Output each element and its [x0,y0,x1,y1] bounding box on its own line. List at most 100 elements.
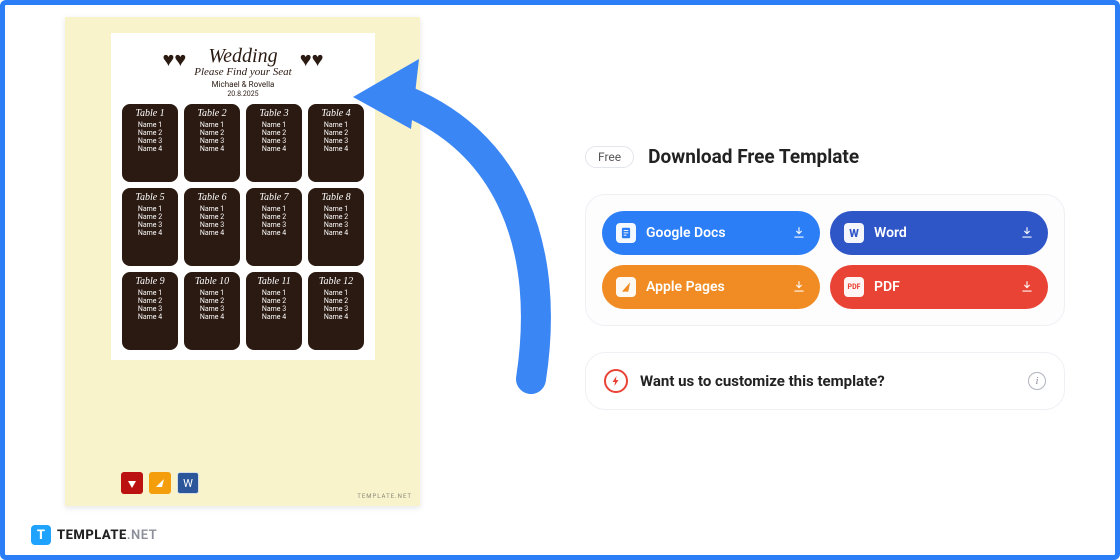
table-cell: Table 7 Name 1Name 2Name 3Name 4 [246,188,302,266]
table-cell: Table 5 Name 1Name 2Name 3Name 4 [122,188,178,266]
free-badge: Free [585,146,634,168]
guest-name: Name 4 [138,313,162,321]
card-subtitle: Please Find your Seat [194,66,291,78]
table-number: Table 7 [259,192,288,203]
guest-name: Name 3 [138,305,162,313]
table-cell: Table 3 Name 1Name 2Name 3Name 4 [246,104,302,182]
table-number: Table 12 [319,276,353,287]
guest-name: Name 2 [262,297,286,305]
guest-name: Name 4 [200,313,224,321]
google-docs-button[interactable]: Google Docs [602,211,820,255]
guest-name: Name 3 [262,137,286,145]
table-number: Table 4 [321,108,350,119]
guest-name: Name 3 [324,305,348,313]
guest-name: Name 2 [138,213,162,221]
guest-name: Name 3 [262,221,286,229]
guest-name: Name 1 [262,205,286,213]
pdf-icon: PDF [844,277,864,297]
table-cell: Table 12 Name 1Name 2Name 3Name 4 [308,272,364,350]
table-number: Table 11 [257,276,291,287]
table-cell: Table 11Name 1Name 2Name 3Name 4 [246,272,302,350]
guest-name: Name 4 [262,145,286,153]
guest-name: Name 2 [200,297,224,305]
guest-name: Name 3 [200,137,224,145]
guest-name: Name 1 [138,121,162,129]
guest-name: Name 2 [324,297,348,305]
hearts-icon-right: ♥♥ [300,49,324,69]
table-cell: Table 8Name 1Name 2Name 3Name 4 [308,188,364,266]
table-number: Table 2 [197,108,226,119]
guest-name: Name 3 [262,305,286,313]
pdf-button[interactable]: PDF PDF [830,265,1048,309]
guest-name: Name 1 [138,205,162,213]
guest-name: Name 3 [200,221,224,229]
guest-name: Name 4 [138,229,162,237]
table-cell: Table 9 Name 1Name 2Name 3Name 4 [122,272,178,350]
guest-name: Name 4 [324,313,348,321]
guest-name: Name 1 [324,205,348,213]
logo-suffix: .NET [127,528,157,543]
table-number: Table 10 [195,276,229,287]
template-preview: ♥♥ Wedding Please Find your Seat ♥♥ Mich… [65,17,420,506]
guest-name: Name 2 [324,129,348,137]
apple-pages-button[interactable]: Apple Pages [602,265,820,309]
download-icon [792,280,806,294]
guest-name: Name 3 [200,305,224,313]
customize-text: Want us to customize this template? [640,372,1016,390]
guest-name: Name 3 [324,221,348,229]
footer-logo[interactable]: T TEMPLATE.NET [31,525,157,545]
table-number: Table 8 [321,192,350,203]
couple-names: Michael & Rovella [212,80,275,89]
hearts-icon-left: ♥♥ [163,49,187,69]
format-thumbnails: W [121,472,199,494]
guest-name: Name 4 [262,229,286,237]
guest-name: Name 4 [138,145,162,153]
bolt-icon [604,369,628,393]
guest-name: Name 1 [262,121,286,129]
word-label: Word [874,225,907,241]
guest-name: Name 2 [262,129,286,137]
table-cell: Table 6Name 1Name 2Name 3Name 4 [184,188,240,266]
table-number: Table 5 [135,192,164,203]
tables-grid: Table 1Name 1Name 2Name 3Name 4Table 2Na… [122,104,364,350]
card-title: Wedding [194,45,291,68]
logo-text: TEMPLATE.NET [57,528,157,543]
table-number: Table 3 [259,108,288,119]
guest-name: Name 4 [200,229,224,237]
watermark-text: TEMPLATE.NET [357,493,412,500]
guest-name: Name 4 [324,229,348,237]
guest-name: Name 1 [138,289,162,297]
wedding-date: 20.8.2025 [227,90,258,98]
download-header: Free Download Free Template [585,145,1065,168]
table-cell: Table 1Name 1Name 2Name 3Name 4 [122,104,178,182]
guest-name: Name 3 [324,137,348,145]
guest-name: Name 1 [200,205,224,213]
guest-name: Name 4 [262,313,286,321]
guest-name: Name 1 [324,289,348,297]
google-docs-label: Google Docs [646,225,726,241]
apple-pages-label: Apple Pages [646,279,725,295]
guest-name: Name 2 [262,213,286,221]
guest-name: Name 2 [200,129,224,137]
seating-card: ♥♥ Wedding Please Find your Seat ♥♥ Mich… [111,33,375,360]
guest-name: Name 4 [200,145,224,153]
download-icon [1020,280,1034,294]
table-cell: Table 10 Name 1Name 2Name 3Name 4 [184,272,240,350]
customize-prompt[interactable]: Want us to customize this template? i [585,352,1065,410]
guest-name: Name 1 [200,289,224,297]
table-cell: Table 2 Name 1Name 2Name 3Name 4 [184,104,240,182]
guest-name: Name 3 [138,221,162,229]
guest-name: Name 1 [200,121,224,129]
guest-name: Name 2 [138,297,162,305]
word-button[interactable]: W Word [830,211,1048,255]
guest-name: Name 2 [138,129,162,137]
pages-thumb-icon [149,472,171,494]
logo-brand: TEMPLATE [57,528,127,543]
download-title: Download Free Template [648,145,859,168]
table-number: Table 9 [135,276,164,287]
info-icon[interactable]: i [1028,372,1046,390]
table-number: Table 1 [135,108,164,119]
download-icon [1020,226,1034,240]
download-buttons: Google Docs W Word Apple Pages PDF PDF [585,194,1065,326]
pdf-label: PDF [874,279,900,295]
